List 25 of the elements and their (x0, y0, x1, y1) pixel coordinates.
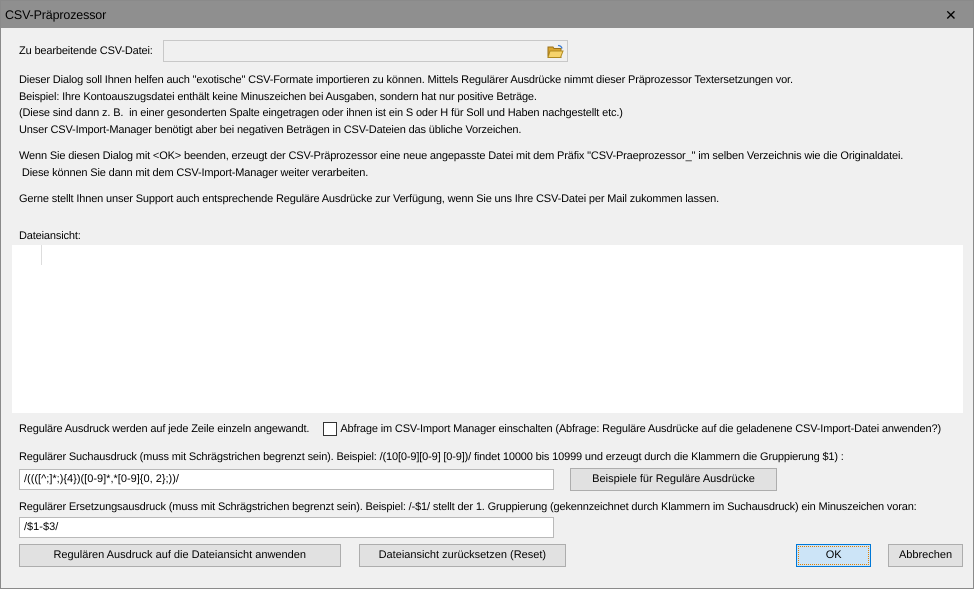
description-text: (Diese sind dann z. B. in einer gesonderten Spalte eingetragen oder ihnen ist ein S oder H für Soll und Haben nachgestellt etc.) (19, 106, 623, 121)
checkbox-label[interactable]: Abfrage im CSV-Import Manager einschalten (Abfrage: Reguläre Ausdrücke auf die geladenene CSV-Import-Datei anwenden?) (340, 422, 941, 434)
apply-button[interactable]: Regulären Ausdruck auf die Dateiansicht anwenden (19, 544, 340, 566)
search-label: Regulärer Suchausdruck (muss mit Schrägstrichen begrenzt sein). Beispiel: /(10[0-9][0-9] [0-9])/ findet 10000 bis 10999 und erzeugt durch die Klammern die Gruppierung $1) : (19, 450, 844, 462)
close-button[interactable]: ✕ (929, 1, 973, 28)
reset-button[interactable]: Dateiansicht zurücksetzen (Reset) (358, 544, 566, 566)
cancel-button[interactable]: Abbrechen (888, 544, 963, 566)
examples-button[interactable]: Beispiele für Reguläre Ausdrücke (570, 468, 777, 490)
search-input[interactable]: /((([^;]*;){4})([0-9]*,*[0-9]{0, 2};))/ (19, 468, 554, 490)
description-text: Wenn Sie diesen Dialog mit <OK> beenden, erzeugt der CSV-Präprozessor eine neue angepasste Datei mit dem Präfix "CSV-Praeprozessor_" im selben Verzeichnis wie die Originaldatei. (19, 149, 904, 164)
note-text: Reguläre Ausdruck werden auf jede Zeile einzeln angewandt. (19, 422, 310, 434)
ok-button[interactable]: OK (796, 544, 872, 566)
description-text: Dieser Dialog soll Ihnen helfen auch "exotische" CSV-Formate importieren zu können. Mittels Regulärer Ausdrücke nimmt dieser Präprozessor Textersetzungen vor. (19, 73, 793, 88)
folder-icon[interactable] (546, 44, 564, 58)
description-text: Gerne stellt Ihnen unser Support auch entsprechende Reguläre Ausdrücke zur Verfügung, wenn Sie uns Ihre CSV-Datei per Mail zukommen lassen. (19, 192, 720, 207)
file-label: Zu bearbeitende CSV-Datei: (19, 45, 153, 57)
replace-label: Regulärer Ersetzungsausdruck (muss mit Schrägstrichen begrenzt sein). Beispiel: /-$1/ stellt der 1. Gruppierung (gekennzeichnet durch Klammern im Suchausdruck) ein Minuszeichen voran: (19, 500, 917, 512)
checkbox[interactable] (323, 422, 338, 436)
window-title: CSV-Präprozessor (5, 8, 106, 22)
description-text: Unser CSV-Import-Manager benötigt aber bei negativen Beträgen in CSV-Dateien das übliche Vorzeichen. (19, 122, 522, 138)
description-text: Beispiel: Ihre Kontoauszugsdatei enthält keine Minuszeichen bei Ausgaben, sondern hat nur positive Beträge. (19, 90, 537, 104)
file-path-field[interactable] (162, 40, 568, 62)
replace-input[interactable]: /$1-$3/ (19, 516, 554, 538)
description-text: Diese können Sie dann mit dem CSV-Import-Manager weiter verarbeiten. (20, 166, 368, 180)
file-view-label: Dateiansicht: (19, 230, 81, 242)
